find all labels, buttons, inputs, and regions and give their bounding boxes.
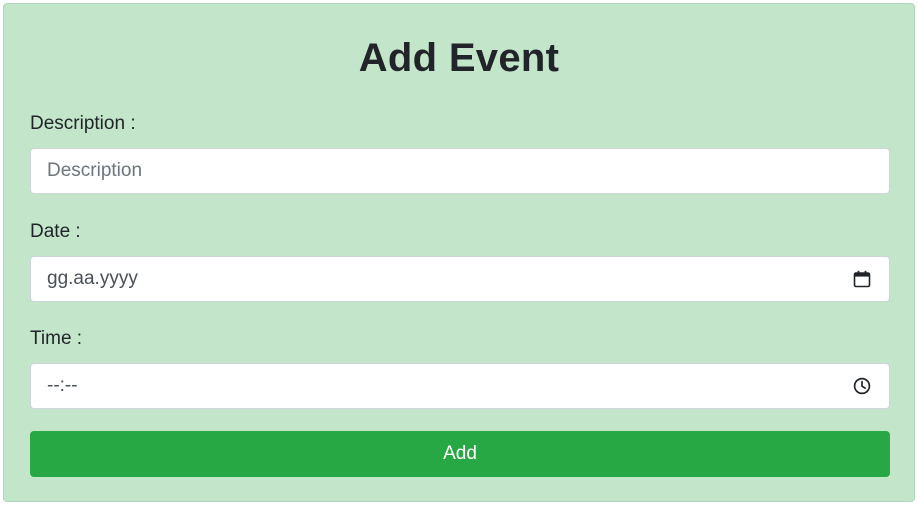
time-format-text: --:-- [47, 375, 78, 396]
add-event-panel: Add Event Description : Description Date… [3, 3, 915, 502]
calendar-icon[interactable] [853, 270, 871, 288]
time-label: Time : [30, 328, 83, 349]
clock-icon[interactable] [853, 377, 871, 395]
date-label: Date : [30, 221, 81, 242]
page-title: Add Event [358, 36, 560, 80]
date-format-text: gg.aa.yyyy [47, 268, 138, 289]
description-placeholder: Description [47, 160, 143, 181]
time-field[interactable]: --:-- [30, 363, 890, 409]
description-field[interactable]: Description [30, 148, 890, 194]
date-field[interactable]: gg.aa.yyyy [30, 256, 890, 302]
add-button[interactable]: Add [30, 431, 890, 477]
description-label: Description : [30, 113, 136, 134]
